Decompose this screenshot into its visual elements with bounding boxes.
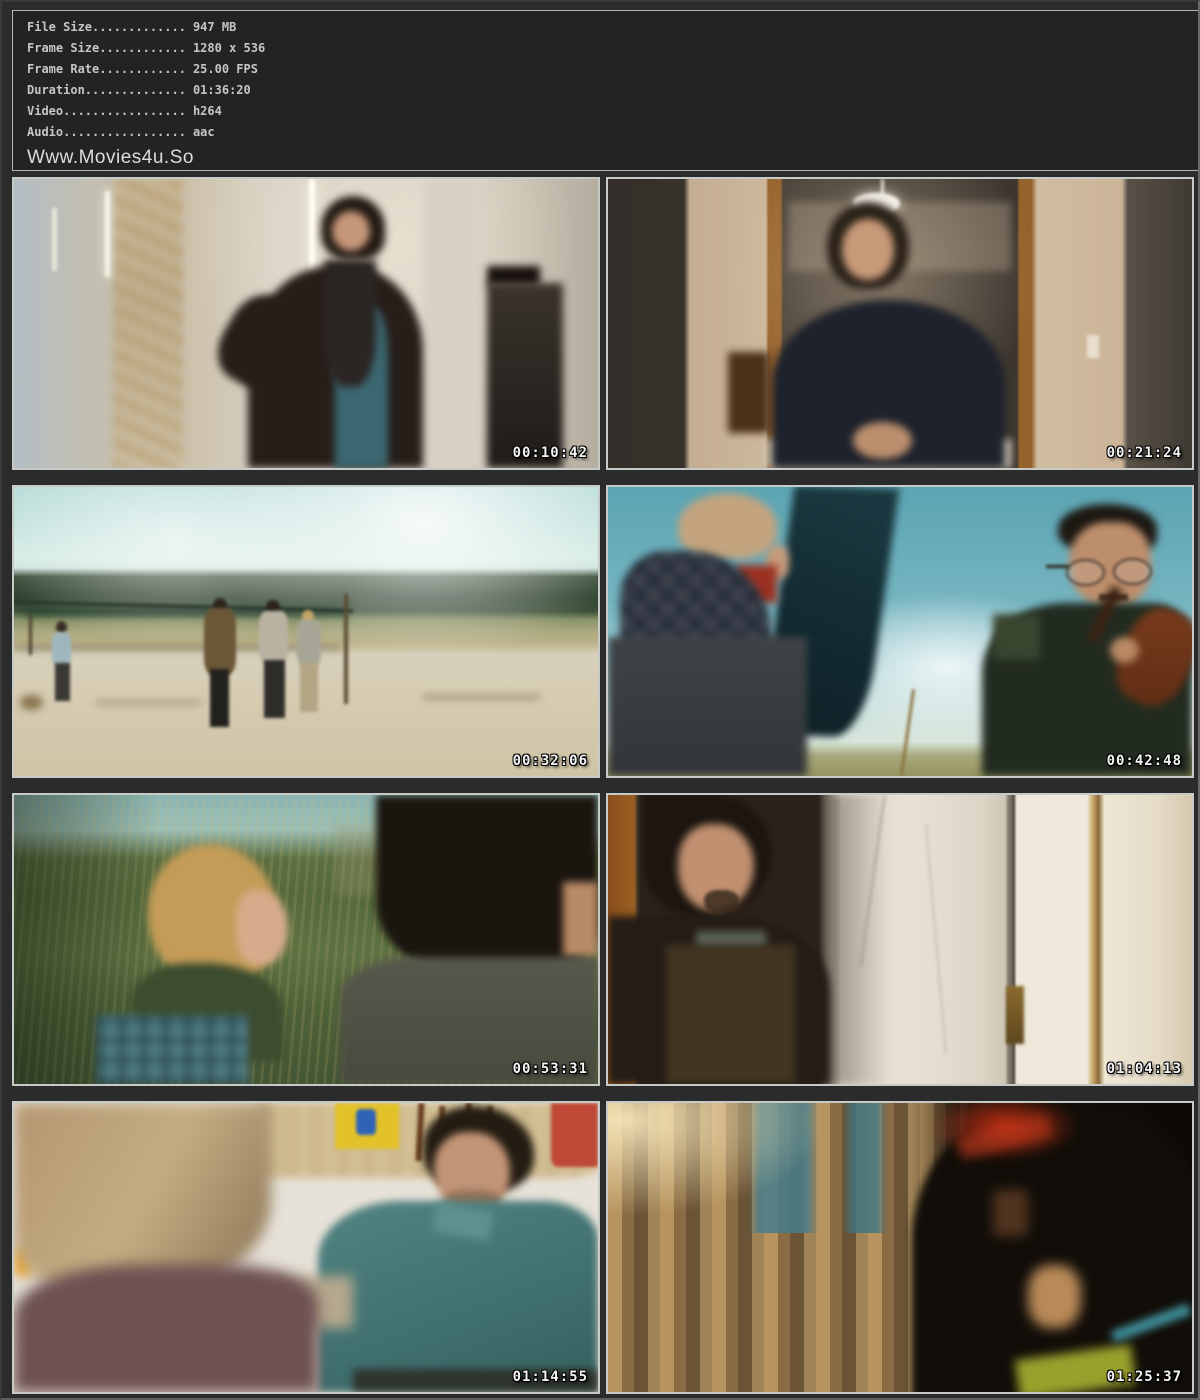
screenshot-4-flag-violinist: 00:42:48 <box>606 485 1194 778</box>
info-label: Video <box>27 104 63 118</box>
scene-art <box>608 795 1192 1084</box>
info-dots: ............. <box>92 20 186 34</box>
info-line-audio: Audio.................aac <box>27 122 1200 143</box>
media-info-panel: File Size.............947 MB Frame Size.… <box>12 10 1200 171</box>
info-label: File Size <box>27 20 92 34</box>
timestamp-overlay: 00:21:24 <box>1107 445 1182 461</box>
timestamp-overlay: 00:53:31 <box>513 1061 588 1077</box>
info-line-duration: Duration..............01:36:20 <box>27 80 1200 101</box>
info-dots: ............ <box>99 62 186 76</box>
scene-art <box>608 1103 1192 1392</box>
info-line-file-size: File Size.............947 MB <box>27 17 1200 38</box>
scene-art <box>14 795 598 1084</box>
website-watermark: Www.Movies4u.So <box>27 146 1200 170</box>
screenshot-1-loft-man: 00:10:42 <box>12 177 600 470</box>
info-line-frame-size: Frame Size............1280 x 536 <box>27 38 1200 59</box>
scene-art <box>14 487 598 776</box>
screenshot-3-beach-volleyball: 00:32:06 <box>12 485 600 778</box>
info-value: 947 MB <box>186 20 236 34</box>
timestamp-overlay: 00:32:06 <box>513 753 588 769</box>
timestamp-overlay: 00:42:48 <box>1107 753 1182 769</box>
scene-art <box>14 179 598 468</box>
timestamp-overlay: 01:04:13 <box>1107 1061 1182 1077</box>
info-line-frame-rate: Frame Rate............25.00 FPS <box>27 59 1200 80</box>
screenshot-6-hallway-man: 01:04:13 <box>606 793 1194 1086</box>
info-value: aac <box>186 125 215 139</box>
scene-art <box>14 1103 598 1392</box>
info-dots: .............. <box>85 83 186 97</box>
screenshot-sheet: File Size.............947 MB Frame Size.… <box>0 0 1200 1400</box>
info-label: Frame Size <box>27 41 99 55</box>
screenshot-5-dune-couple: 00:53:31 <box>12 793 600 1086</box>
info-value: h264 <box>186 104 222 118</box>
info-value: 25.00 FPS <box>186 62 258 76</box>
screenshot-2-seated-man: 00:21:24 <box>606 177 1194 470</box>
info-value: 01:36:20 <box>186 83 251 97</box>
info-dots: ............ <box>99 41 186 55</box>
scene-art <box>608 179 1192 468</box>
info-dots: ................. <box>63 104 186 118</box>
info-label: Frame Rate <box>27 62 99 76</box>
scene-art <box>608 487 1192 776</box>
timestamp-overlay: 00:10:42 <box>513 445 588 461</box>
info-label: Duration <box>27 83 85 97</box>
screenshot-8-silhouette: 01:25:37 <box>606 1101 1194 1394</box>
timestamp-overlay: 01:14:55 <box>513 1369 588 1385</box>
info-label: Audio <box>27 125 63 139</box>
info-line-video: Video.................h264 <box>27 101 1200 122</box>
timestamp-overlay: 01:25:37 <box>1107 1369 1182 1385</box>
screenshot-7-table-conversation: 01:14:55 <box>12 1101 600 1394</box>
info-dots: ................. <box>63 125 186 139</box>
info-value: 1280 x 536 <box>186 41 265 55</box>
